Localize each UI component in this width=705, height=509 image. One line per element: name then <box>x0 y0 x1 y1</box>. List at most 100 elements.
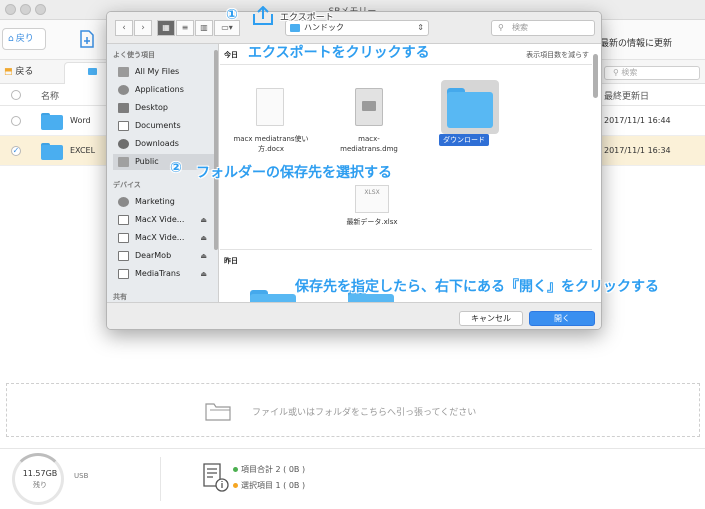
drive-icon <box>118 269 129 279</box>
sidebar-item-label: MacX Vide... <box>135 215 185 224</box>
location-label: ハンドック <box>304 23 344 32</box>
row-date: 2017/11/1 16:34 <box>604 146 671 155</box>
sidebar-item-desktop[interactable]: Desktop <box>113 100 215 116</box>
crumb-back-button[interactable]: ⬒ 戻る <box>2 64 42 80</box>
home-icon: ⌂ <box>8 34 14 44</box>
show-fewer-link[interactable]: 表示項目数を減らす <box>526 50 589 60</box>
column-name-header[interactable]: 名称 <box>41 89 59 102</box>
export-label[interactable]: エクスポート <box>280 10 334 23</box>
row-name: EXCEL <box>70 146 96 155</box>
disk-image-icon <box>355 88 383 126</box>
sidebar-item-dearmob[interactable]: DearMob ⏏ <box>113 248 215 264</box>
sidebar-item-downloads[interactable]: Downloads <box>113 136 215 152</box>
row-name: Word <box>70 116 91 125</box>
column-view-button[interactable]: ▥ <box>195 20 213 36</box>
sidebar-item-label: Public <box>135 157 159 166</box>
eject-icon[interactable]: ⏏ <box>200 248 207 264</box>
device-label: USB <box>74 472 89 480</box>
sidebar-scrollbar[interactable] <box>214 50 218 250</box>
desktop-icon <box>118 103 129 113</box>
file-info-icon <box>203 463 229 492</box>
back-button[interactable]: ⌂ 戻り <box>2 28 46 50</box>
folder-icon <box>41 113 63 130</box>
cancel-button[interactable]: キャンセル <box>459 311 523 326</box>
file-label: 最新データ.xlsx <box>346 218 398 226</box>
applications-icon <box>118 85 129 95</box>
nav-forward-button[interactable]: › <box>134 20 152 36</box>
section-divider <box>220 249 592 250</box>
sidebar-item-label: Downloads <box>135 139 179 148</box>
downloads-icon <box>118 139 129 149</box>
folder-icon <box>447 88 493 128</box>
eject-icon[interactable]: ⏏ <box>200 266 207 282</box>
selected-items-stat: 選択項目 1 ( 0B ) <box>233 480 305 491</box>
icon-view-button[interactable]: ▦ <box>157 20 175 36</box>
sidebar-item-documents[interactable]: Documents <box>113 118 215 134</box>
drive-icon <box>118 251 129 261</box>
shared-header: 共有 <box>113 293 127 301</box>
row-checkbox[interactable] <box>11 116 21 126</box>
devices-header: デバイス <box>113 181 141 189</box>
folder-icon <box>41 143 63 160</box>
folder-icon <box>88 68 97 75</box>
folder-icon <box>290 24 300 32</box>
folder-tab[interactable] <box>64 62 112 84</box>
yesterday-header: 昨日 <box>224 257 238 265</box>
public-folder-icon <box>118 157 129 167</box>
export-file-icon[interactable] <box>78 30 96 48</box>
eject-icon[interactable]: ⏏ <box>200 212 207 228</box>
sidebar-item-label: Desktop <box>135 103 168 112</box>
step3-annotation: 保存先を指定したら、右下にある『開く』をクリックする <box>295 279 659 295</box>
total-items-text: 項目合計 2 ( 0B ) <box>241 465 306 474</box>
file-label: macx mediatrans使い方.docx <box>233 135 309 153</box>
footer-divider <box>160 457 161 501</box>
disk-icon <box>118 197 129 207</box>
step2-annotation: フォルダーの保存先を選択する <box>196 165 392 181</box>
open-button[interactable]: 開く <box>529 311 595 326</box>
refresh-label[interactable]: 最新の情報に更新 <box>600 36 672 49</box>
dialog-button-bar: キャンセル 開く <box>107 302 601 329</box>
sidebar-item-marketing[interactable]: Marketing <box>113 194 215 210</box>
sidebar-item-label: MacX Vide... <box>135 233 185 242</box>
sidebar-item-label: Documents <box>135 121 181 130</box>
column-date-header[interactable]: 最終更新日 <box>604 89 649 102</box>
section-divider <box>220 64 592 65</box>
selected-items-text: 選択項目 1 ( 0B ) <box>241 481 306 490</box>
sidebar-item-macx-video-1[interactable]: MacX Vide... ⏏ <box>113 212 215 228</box>
dialog-search-placeholder: 検索 <box>512 23 528 32</box>
main-search-placeholder: 検索 <box>621 68 638 77</box>
list-view-button[interactable]: ≡ <box>176 20 194 36</box>
drive-icon <box>118 233 129 243</box>
favorites-header: よく使う項目 <box>113 51 155 59</box>
dialog-toolbar: ‹ › ▦ ≡ ▥ ▭▾ ハンドック ⇕ ⚲ 検索 <box>107 12 601 44</box>
eject-icon[interactable]: ⏏ <box>200 230 207 246</box>
all-files-icon <box>118 67 129 77</box>
drop-zone[interactable]: ファイル或いはフォルダをこちらへ引っ張ってください <box>6 383 700 437</box>
orange-dot-icon <box>233 483 238 488</box>
status-footer: 11.57GB 残り USB 項目合計 2 ( 0B ) 選択項目 1 ( 0B… <box>0 448 705 509</box>
drop-zone-text: ファイル或いはフォルダをこちらへ引っ張ってください <box>252 408 477 418</box>
export-icon[interactable] <box>252 6 274 26</box>
checkmark-icon: ✓ <box>12 146 20 155</box>
spreadsheet-icon: XLSX <box>355 185 389 213</box>
sidebar-item-applications[interactable]: Applications <box>113 82 215 98</box>
folder-outline-icon <box>205 403 231 421</box>
sidebar-item-mediatrans[interactable]: MediaTrans ⏏ <box>113 266 215 282</box>
sidebar-item-all-my-files[interactable]: All My Files <box>113 64 215 80</box>
sidebar-item-macx-video-2[interactable]: MacX Vide... ⏏ <box>113 230 215 246</box>
step2-number: ② <box>170 160 182 176</box>
updown-chevron-icon: ⇕ <box>417 23 424 32</box>
select-all-checkbox[interactable] <box>11 90 21 100</box>
back-button-label: 戻り <box>15 34 34 44</box>
content-scrollbar[interactable] <box>593 54 598 98</box>
storage-size: 11.57GB <box>22 469 58 478</box>
dialog-search-input[interactable]: ⚲ 検索 <box>491 20 595 36</box>
drive-icon <box>118 215 129 225</box>
xlsx-badge: XLSX <box>364 189 380 196</box>
folder-back-icon: ⬒ <box>4 67 13 77</box>
total-items-stat: 項目合計 2 ( 0B ) <box>233 464 305 475</box>
crumb-back-label: 戻る <box>15 67 34 77</box>
sidebar-item-label: MediaTrans <box>135 269 181 278</box>
main-search-input[interactable]: ⚲ 検索 <box>604 66 700 80</box>
nav-back-button[interactable]: ‹ <box>115 20 133 36</box>
